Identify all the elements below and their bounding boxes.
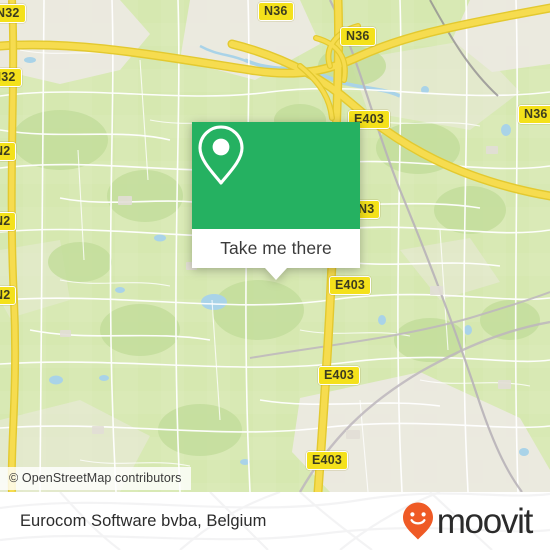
road-shield-e403-mid: E403 [329,276,371,296]
osm-attribution[interactable]: © OpenStreetMap contributors [0,467,191,490]
road-shield-n2-left-upper: N2 [0,142,17,162]
callout-tail-arrow [265,268,287,280]
road-shield-n36-right: N36 [518,105,550,125]
road-shield-n32-left: N32 [0,68,22,88]
callout-action-bar[interactable]: Take me there [192,229,360,280]
moovit-logo[interactable]: moovit [402,501,534,541]
moovit-wordmark: moovit [436,501,534,541]
location-pin-icon [198,125,244,185]
road-shield-n36-top-right: N36 [340,27,376,47]
take-me-there-label: Take me there [220,238,332,258]
map-screenshot: N32 N36 N36 N32 E403 N36 N2 N3 N2 E403 N… [0,0,550,550]
road-shield-n2-left-mid: N2 [0,212,17,232]
road-shield-e403-lower: E403 [318,366,360,386]
location-callout[interactable]: Take me there [192,122,360,280]
road-shield-n2-left-lower: N2 [0,286,17,306]
moovit-pin-icon [402,502,433,540]
callout-pin-area [192,122,360,229]
road-shield-e403-bottom: E403 [306,451,348,471]
road-shield-n36-top: N36 [258,2,294,22]
map-canvas[interactable]: N32 N36 N36 N32 E403 N36 N2 N3 N2 E403 N… [0,0,550,492]
footer-bar: Eurocom Software bvba, Belgium moovit [0,492,550,550]
road-shield-n32-topleft: N32 [0,4,26,24]
place-name-label: Eurocom Software bvba, Belgium [20,511,267,530]
